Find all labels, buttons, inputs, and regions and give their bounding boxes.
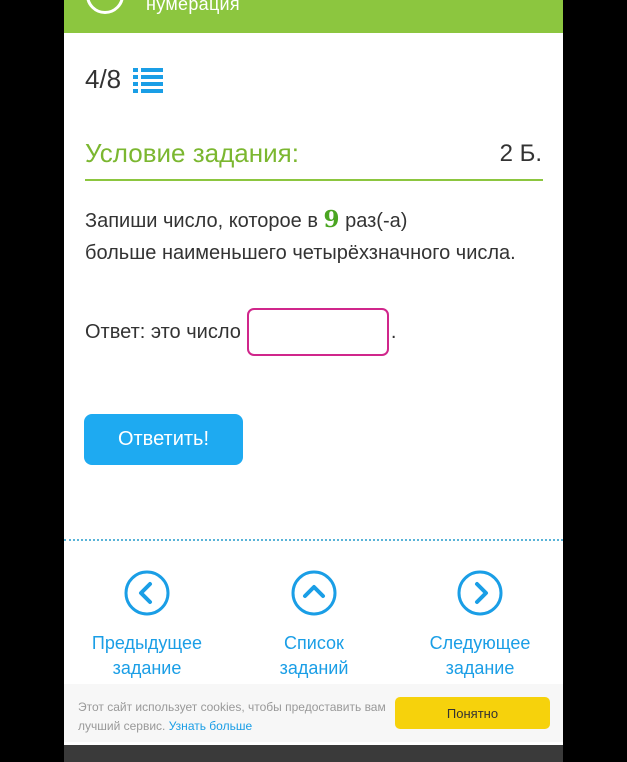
prev-task-label-1: Предыдущее	[91, 633, 203, 653]
task-list-label-1: Список	[284, 633, 344, 653]
cookie-learn-more-link[interactable]: Узнать больше	[169, 719, 252, 733]
section-divider	[85, 179, 543, 181]
page: нумерация 4/8 Условие задания: 2 Б. Запи…	[64, 0, 563, 762]
task-line-1: Запиши число, которое в 9 раз(-а)	[85, 204, 516, 237]
next-task-label-1: Следующее	[429, 633, 531, 653]
chevron-left-icon	[124, 570, 170, 616]
points-value: 2 Б.	[499, 140, 542, 167]
dotted-divider	[64, 539, 563, 541]
answer-row: Ответ: это число .	[85, 308, 396, 356]
task-text: Запиши число, которое в 9 раз(-а) больше…	[85, 204, 516, 269]
submit-button[interactable]: Ответить!	[84, 414, 243, 465]
cookie-accept-button[interactable]: Понятно	[395, 697, 550, 729]
task-list-icon[interactable]	[133, 67, 164, 93]
answer-suffix: .	[390, 320, 397, 343]
section-title: Условие задания:	[85, 138, 299, 168]
header-title: нумерация	[146, 0, 240, 14]
task-counter: 4/8	[85, 64, 164, 95]
task-number: 9	[323, 206, 340, 233]
task-text-after: раз(-а)	[339, 210, 408, 232]
cookie-text-block: Этот сайт использует cookies, чтобы пред…	[78, 698, 398, 736]
prev-task-button[interactable]: Предыдущее задание	[77, 570, 217, 681]
task-list-button[interactable]: Список заданий	[244, 570, 384, 681]
task-line-2: больше наименьшего четырёхзначного числа…	[85, 242, 516, 264]
next-task-button[interactable]: Следующее задание	[410, 570, 550, 681]
answer-label: Ответ: это число	[85, 320, 241, 343]
task-counter-text: 4/8	[85, 64, 122, 94]
cookie-banner: Этот сайт использует cookies, чтобы пред…	[64, 684, 563, 742]
prev-task-label-2: задание	[112, 658, 182, 678]
task-text-before: Запиши число, которое в	[85, 210, 324, 232]
back-circle-icon[interactable]	[86, 0, 124, 14]
header-bar: нумерация	[64, 0, 563, 33]
chevron-up-icon	[291, 570, 337, 616]
answer-input[interactable]	[246, 308, 389, 356]
chevron-right-icon	[457, 570, 503, 616]
next-task-label-2: задание	[445, 658, 515, 678]
task-list-label-2: заданий	[279, 658, 349, 678]
bottom-bar	[64, 745, 563, 762]
